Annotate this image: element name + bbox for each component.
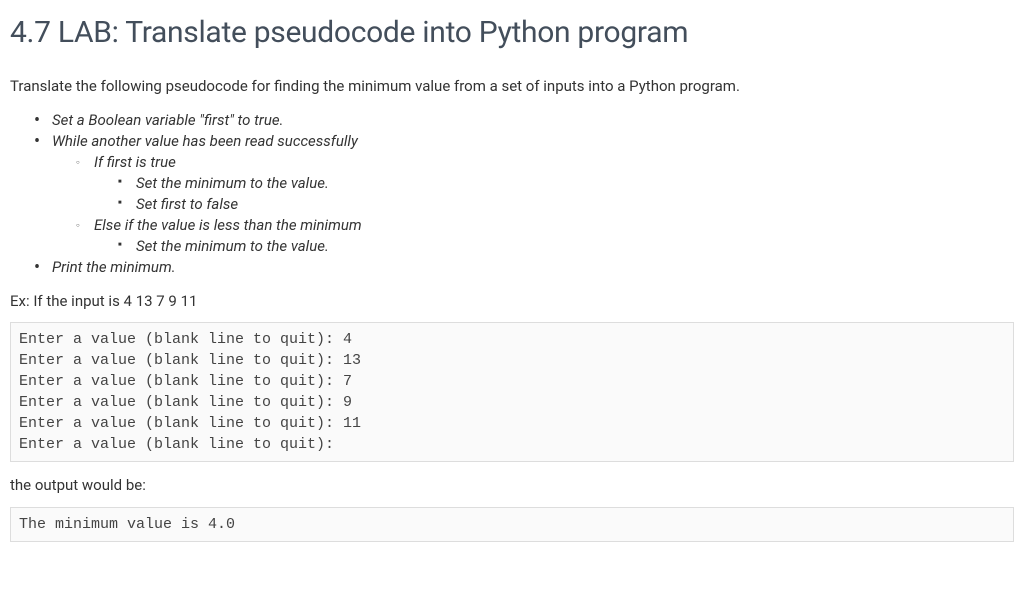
output-code-block: The minimum value is 4.0 bbox=[10, 507, 1014, 542]
pseudocode-list: Set a Boolean variable "first" to true. … bbox=[10, 110, 1014, 278]
pseudocode-text: While another value has been read succes… bbox=[52, 132, 358, 150]
pseudocode-item: Set the minimum to the value. bbox=[136, 236, 1014, 257]
pseudocode-text: If first is true bbox=[94, 153, 176, 171]
example-label: Ex: If the input is 4 13 7 9 11 bbox=[10, 290, 1014, 313]
pseudocode-item: Set first to false bbox=[136, 194, 1014, 215]
intro-paragraph: Translate the following pseudocode for f… bbox=[10, 75, 1014, 98]
input-code-block: Enter a value (blank line to quit): 4 En… bbox=[10, 322, 1014, 462]
pseudocode-sublist: If first is true Set the minimum to the … bbox=[52, 152, 1014, 257]
pseudocode-item: Set a Boolean variable "first" to true. bbox=[52, 110, 1014, 131]
pseudocode-sublist: Set the minimum to the value. bbox=[94, 236, 1014, 257]
pseudocode-item: Set the minimum to the value. bbox=[136, 173, 1014, 194]
pseudocode-item: Else if the value is less than the minim… bbox=[94, 215, 1014, 257]
output-label: the output would be: bbox=[10, 474, 1014, 497]
pseudocode-sublist: Set the minimum to the value. Set first … bbox=[94, 173, 1014, 215]
pseudocode-text: Else if the value is less than the minim… bbox=[94, 216, 362, 234]
pseudocode-item: While another value has been read succes… bbox=[52, 131, 1014, 257]
page-title: 4.7 LAB: Translate pseudocode into Pytho… bbox=[10, 10, 1014, 55]
pseudocode-item: If first is true Set the minimum to the … bbox=[94, 152, 1014, 215]
pseudocode-item: Print the minimum. bbox=[52, 257, 1014, 278]
